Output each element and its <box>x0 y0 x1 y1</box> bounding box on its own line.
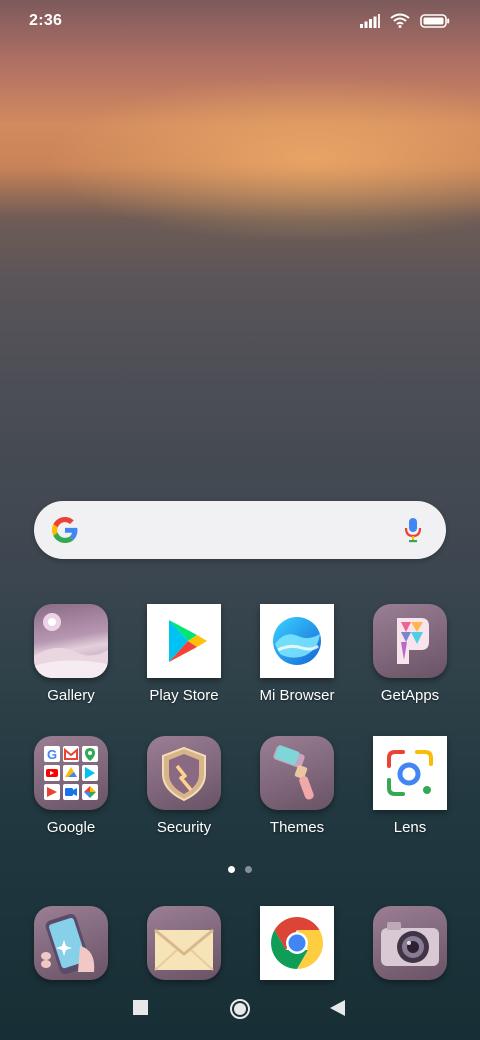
dock-phone[interactable] <box>15 906 127 980</box>
page-indicator <box>228 866 252 873</box>
dock-messaging[interactable] <box>128 906 240 980</box>
app-label: GetApps <box>380 687 440 704</box>
google-search-bar[interactable] <box>34 501 446 559</box>
getapps-icon <box>373 604 447 678</box>
clock: 2:36 <box>29 12 63 29</box>
app-lens[interactable]: Lens <box>354 736 466 836</box>
microphone-icon[interactable] <box>404 517 422 543</box>
app-google-folder[interactable]: G Google <box>15 736 127 836</box>
back-button[interactable] <box>330 1000 345 1016</box>
app-security[interactable]: Security <box>128 736 240 836</box>
battery-icon <box>420 13 450 28</box>
camera-icon <box>373 906 447 980</box>
lens-icon <box>373 736 447 810</box>
gallery-icon <box>34 604 108 678</box>
app-label: Mi Browser <box>259 687 335 704</box>
play-store-icon <box>147 604 221 678</box>
page-dot <box>245 866 252 873</box>
app-gallery[interactable]: Gallery <box>15 604 127 704</box>
status-bar: 2:36 <box>0 0 480 44</box>
app-label: Themes <box>269 819 325 836</box>
google-g-icon <box>52 517 78 543</box>
app-label: Play Store <box>149 687 219 704</box>
app-label: Lens <box>393 819 427 836</box>
app-themes[interactable]: Themes <box>241 736 353 836</box>
home-button[interactable] <box>229 998 251 1020</box>
wallpaper-glow <box>0 60 480 240</box>
navigation-bar <box>0 990 480 1030</box>
messaging-icon <box>147 906 221 980</box>
wifi-icon <box>390 13 410 28</box>
phone-icon <box>34 906 108 980</box>
app-label: Gallery <box>47 687 95 704</box>
mi-browser-icon <box>260 604 334 678</box>
app-mi-browser[interactable]: Mi Browser <box>241 604 353 704</box>
app-getapps[interactable]: GetApps <box>354 604 466 704</box>
app-label: Security <box>156 819 212 836</box>
recents-button[interactable] <box>133 1000 148 1015</box>
svg-text:G: G <box>47 747 57 762</box>
signal-icon <box>360 13 380 28</box>
chrome-icon <box>260 906 334 980</box>
dock-camera[interactable] <box>354 906 466 980</box>
dock-chrome[interactable] <box>241 906 353 980</box>
security-icon <box>147 736 221 810</box>
app-play-store[interactable]: Play Store <box>128 604 240 704</box>
google-folder-icon: G <box>34 736 108 810</box>
app-label: Google <box>46 819 96 836</box>
page-dot-active <box>228 866 235 873</box>
themes-icon <box>260 736 334 810</box>
